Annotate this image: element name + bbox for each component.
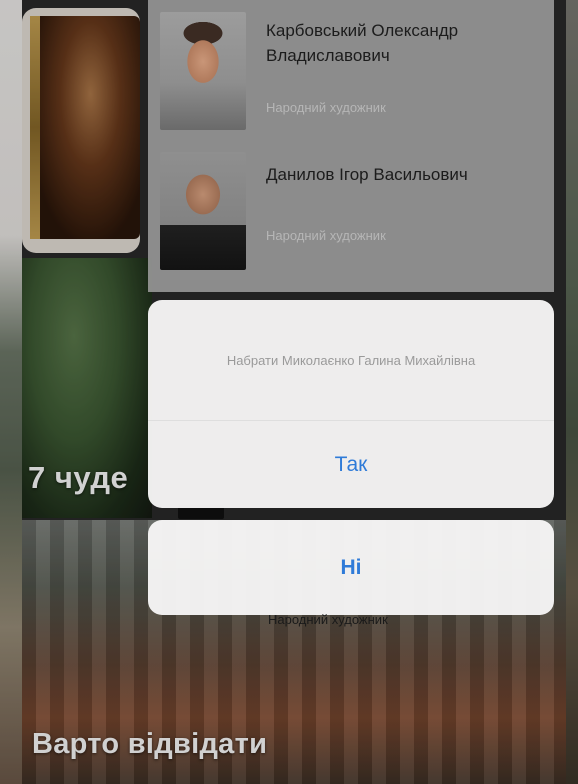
- cancel-button[interactable]: Ні: [148, 520, 554, 615]
- person-subtitle: Народний художник: [266, 228, 386, 243]
- background-subtitle: Народний художник: [268, 612, 388, 627]
- person-subtitle: Народний художник: [266, 100, 386, 115]
- person-name: Карбовський Олександр Владиславович: [266, 21, 459, 65]
- alert-message: Набрати Миколаєнко Галина Михайлівна: [148, 300, 554, 421]
- app-screen: 7 чуде Варто відвідати Карбовський Олекс…: [0, 0, 578, 784]
- list-item[interactable]: Данилов Ігор Васильович Народний художни…: [148, 140, 554, 280]
- person-photo: [160, 12, 246, 130]
- confirm-call-button[interactable]: Так: [148, 421, 554, 508]
- people-list-panel: Карбовський Олександр Владиславович Наро…: [148, 0, 554, 292]
- list-item[interactable]: Карбовський Олександр Владиславович Наро…: [148, 0, 554, 140]
- person-name: Данилов Ігор Васильович: [266, 165, 468, 184]
- person-photo: [160, 152, 246, 270]
- call-confirm-alert: Набрати Миколаєнко Галина Михайлівна Так: [148, 300, 554, 508]
